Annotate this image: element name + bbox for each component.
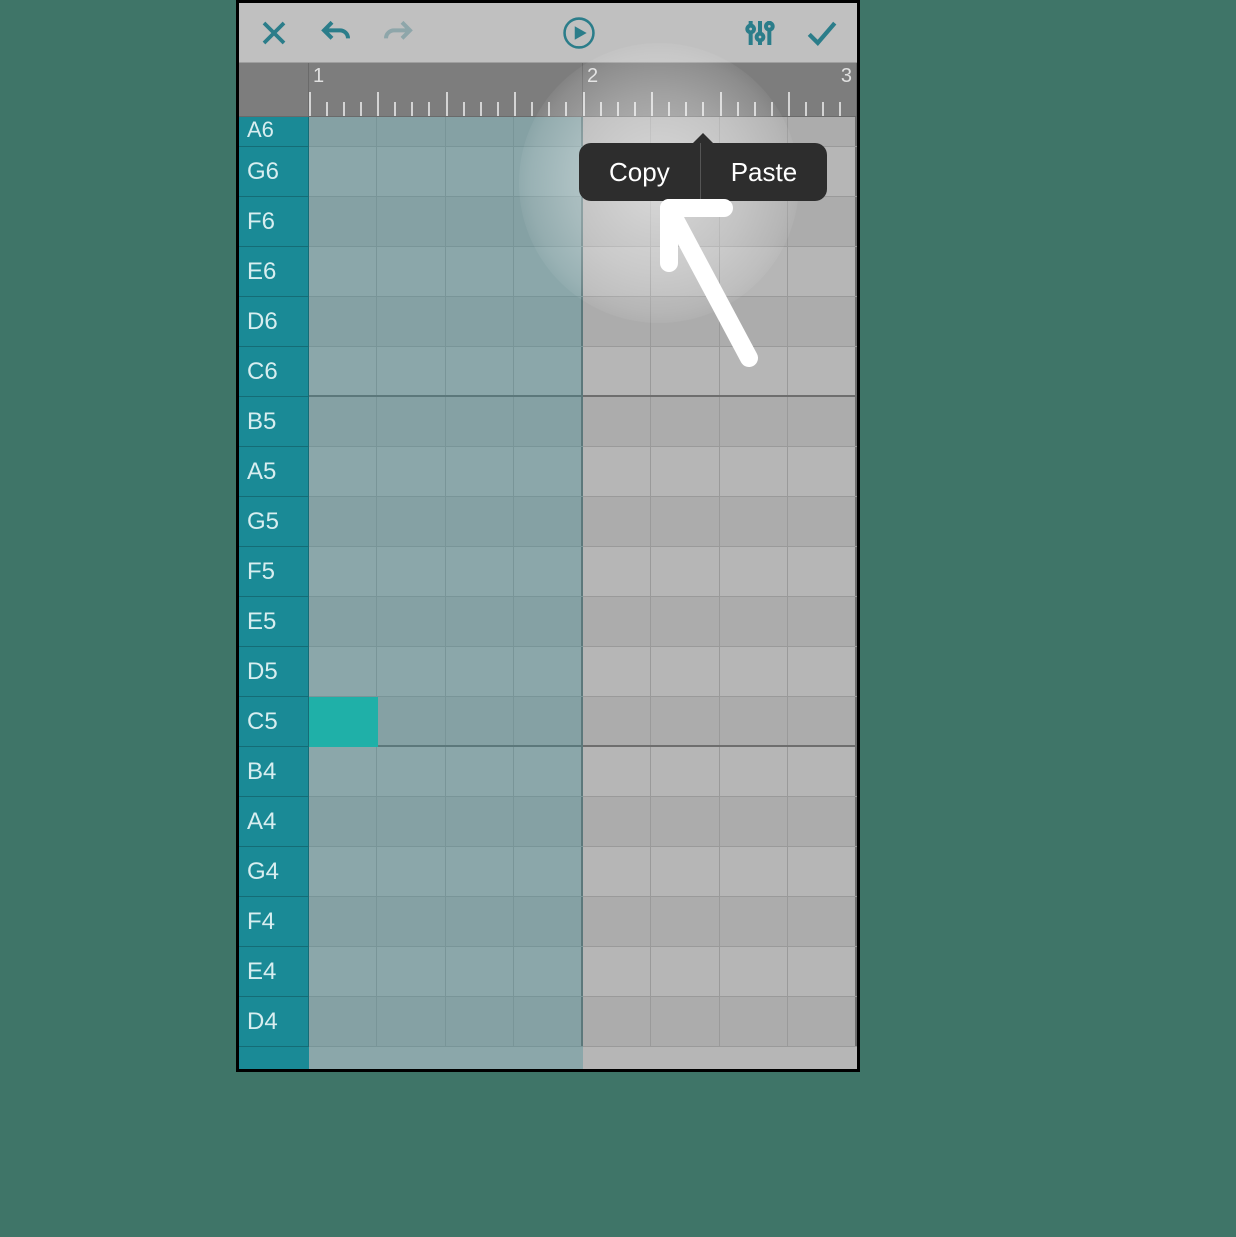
piano-key-B5[interactable]: B5 bbox=[239, 397, 309, 447]
note-row[interactable] bbox=[309, 247, 857, 297]
note-row[interactable] bbox=[309, 947, 857, 997]
bar-number: 1 bbox=[313, 65, 324, 88]
bar-number: 2 bbox=[587, 65, 598, 88]
mixer-button[interactable] bbox=[743, 16, 777, 50]
note-grid-area: A6G6F6E6D6C6B5A5G5F5E5D5C5B4A4G4F4E4D4 bbox=[239, 117, 857, 1069]
note-row[interactable] bbox=[309, 547, 857, 597]
piano-key-E6[interactable]: E6 bbox=[239, 247, 309, 297]
note-row[interactable] bbox=[309, 647, 857, 697]
piano-key-A4[interactable]: A4 bbox=[239, 797, 309, 847]
undo-button[interactable] bbox=[319, 16, 353, 50]
note-row[interactable] bbox=[309, 447, 857, 497]
context-menu: Copy Paste bbox=[579, 143, 827, 201]
piano-key-D5[interactable]: D5 bbox=[239, 647, 309, 697]
note-block[interactable] bbox=[309, 697, 378, 747]
piano-key-G5[interactable]: G5 bbox=[239, 497, 309, 547]
note-row[interactable] bbox=[309, 347, 857, 397]
piano-key-A5[interactable]: A5 bbox=[239, 447, 309, 497]
piano-key-B4[interactable]: B4 bbox=[239, 747, 309, 797]
piano-key-G4[interactable]: G4 bbox=[239, 847, 309, 897]
piano-key-G6[interactable]: G6 bbox=[239, 147, 309, 197]
copy-menu-item[interactable]: Copy bbox=[579, 143, 700, 201]
ruler-bar-1[interactable]: 1 bbox=[309, 63, 583, 116]
note-row[interactable] bbox=[309, 747, 857, 797]
note-row[interactable] bbox=[309, 847, 857, 897]
piano-key-A6[interactable]: A6 bbox=[239, 117, 309, 147]
note-row[interactable] bbox=[309, 397, 857, 447]
piano-key-D6[interactable]: D6 bbox=[239, 297, 309, 347]
piano-roll-editor: 1 2 3 A6G6F6E6D6C6B5 bbox=[236, 0, 860, 1072]
done-button[interactable] bbox=[805, 16, 839, 50]
redo-button[interactable] bbox=[381, 16, 415, 50]
piano-key-C5[interactable]: C5 bbox=[239, 697, 309, 747]
timeline-ruler[interactable]: 1 2 3 bbox=[239, 63, 857, 117]
piano-key-E5[interactable]: E5 bbox=[239, 597, 309, 647]
piano-key-column: A6G6F6E6D6C6B5A5G5F5E5D5C5B4A4G4F4E4D4 bbox=[239, 117, 309, 1069]
note-row[interactable] bbox=[309, 897, 857, 947]
note-row[interactable] bbox=[309, 497, 857, 547]
piano-key-E4[interactable]: E4 bbox=[239, 947, 309, 997]
piano-key-F4[interactable]: F4 bbox=[239, 897, 309, 947]
note-row[interactable] bbox=[309, 197, 857, 247]
play-button[interactable] bbox=[562, 16, 596, 50]
piano-key-F5[interactable]: F5 bbox=[239, 547, 309, 597]
bar-number: 3 bbox=[841, 65, 852, 88]
note-row[interactable] bbox=[309, 797, 857, 847]
piano-key-D4[interactable]: D4 bbox=[239, 997, 309, 1047]
note-row[interactable] bbox=[309, 997, 857, 1047]
ruler-bar-2[interactable]: 2 3 bbox=[583, 63, 857, 116]
note-row[interactable] bbox=[309, 697, 857, 747]
piano-key-C6[interactable]: C6 bbox=[239, 347, 309, 397]
piano-key-F6[interactable]: F6 bbox=[239, 197, 309, 247]
toolbar bbox=[239, 3, 857, 63]
note-row[interactable] bbox=[309, 597, 857, 647]
close-button[interactable] bbox=[257, 16, 291, 50]
paste-menu-item[interactable]: Paste bbox=[701, 143, 828, 201]
note-grid[interactable] bbox=[309, 117, 857, 1069]
note-row[interactable] bbox=[309, 297, 857, 347]
